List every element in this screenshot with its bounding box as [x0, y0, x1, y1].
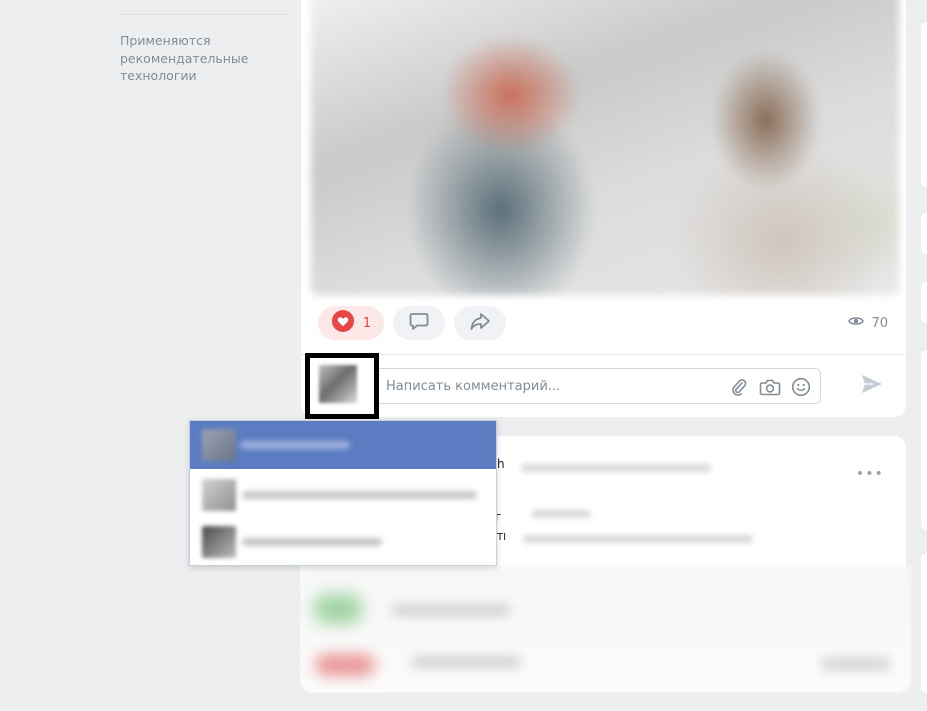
like-button[interactable]: 1	[318, 306, 384, 340]
post-text-fragment: TI	[497, 532, 507, 543]
recommendation-note: Применяются рекомендательные технологии	[120, 33, 249, 83]
eye-icon	[848, 315, 865, 331]
attachment-blur	[821, 658, 891, 670]
comment-button[interactable]	[393, 306, 445, 340]
comment-input[interactable]	[386, 378, 726, 394]
account-option[interactable]	[190, 518, 496, 566]
sidebar-divider	[120, 14, 290, 15]
avatar	[202, 479, 236, 511]
paperclip-icon[interactable]	[728, 376, 750, 398]
right-edge-card	[921, 22, 927, 187]
share-button[interactable]	[454, 306, 506, 340]
account-name	[240, 441, 350, 449]
right-edge-card	[921, 282, 927, 323]
more-dots-icon[interactable]: •••	[856, 466, 884, 482]
right-edge-card	[921, 213, 927, 254]
account-name	[242, 491, 477, 499]
comment-field[interactable]	[374, 368, 821, 404]
account-option[interactable]	[190, 471, 496, 519]
account-dropdown	[189, 420, 497, 566]
like-count: 1	[362, 315, 372, 331]
view-counter: 70	[848, 315, 888, 331]
account-option-selected[interactable]	[190, 421, 496, 469]
smile-icon[interactable]	[790, 376, 812, 398]
send-button[interactable]	[858, 373, 886, 399]
attachment-blur	[315, 654, 375, 676]
right-edge-card	[921, 350, 927, 530]
author-avatar-selector[interactable]	[305, 353, 379, 419]
heart-icon	[331, 309, 355, 337]
account-name	[242, 538, 382, 546]
right-edge-card	[921, 553, 927, 693]
post-text-fragment: h	[497, 457, 505, 471]
post-attachment[interactable]	[301, 566, 911, 692]
comment-bubble-icon	[408, 310, 430, 336]
avatar	[202, 526, 236, 558]
avatar	[202, 429, 236, 461]
post-text-line	[523, 535, 753, 543]
post-text-line	[531, 510, 591, 518]
post-card: 1 70	[301, 0, 906, 417]
attachment-blur	[391, 604, 511, 616]
camera-icon[interactable]	[759, 376, 781, 398]
share-arrow-icon	[469, 310, 491, 336]
avatar	[319, 365, 357, 403]
post-photo[interactable]	[311, 0, 899, 295]
comment-divider	[301, 354, 906, 355]
post-author-name	[521, 464, 711, 472]
attachment-blur	[313, 594, 363, 624]
view-count: 70	[871, 315, 888, 331]
attachment-blur	[411, 656, 521, 668]
send-icon	[860, 373, 884, 399]
